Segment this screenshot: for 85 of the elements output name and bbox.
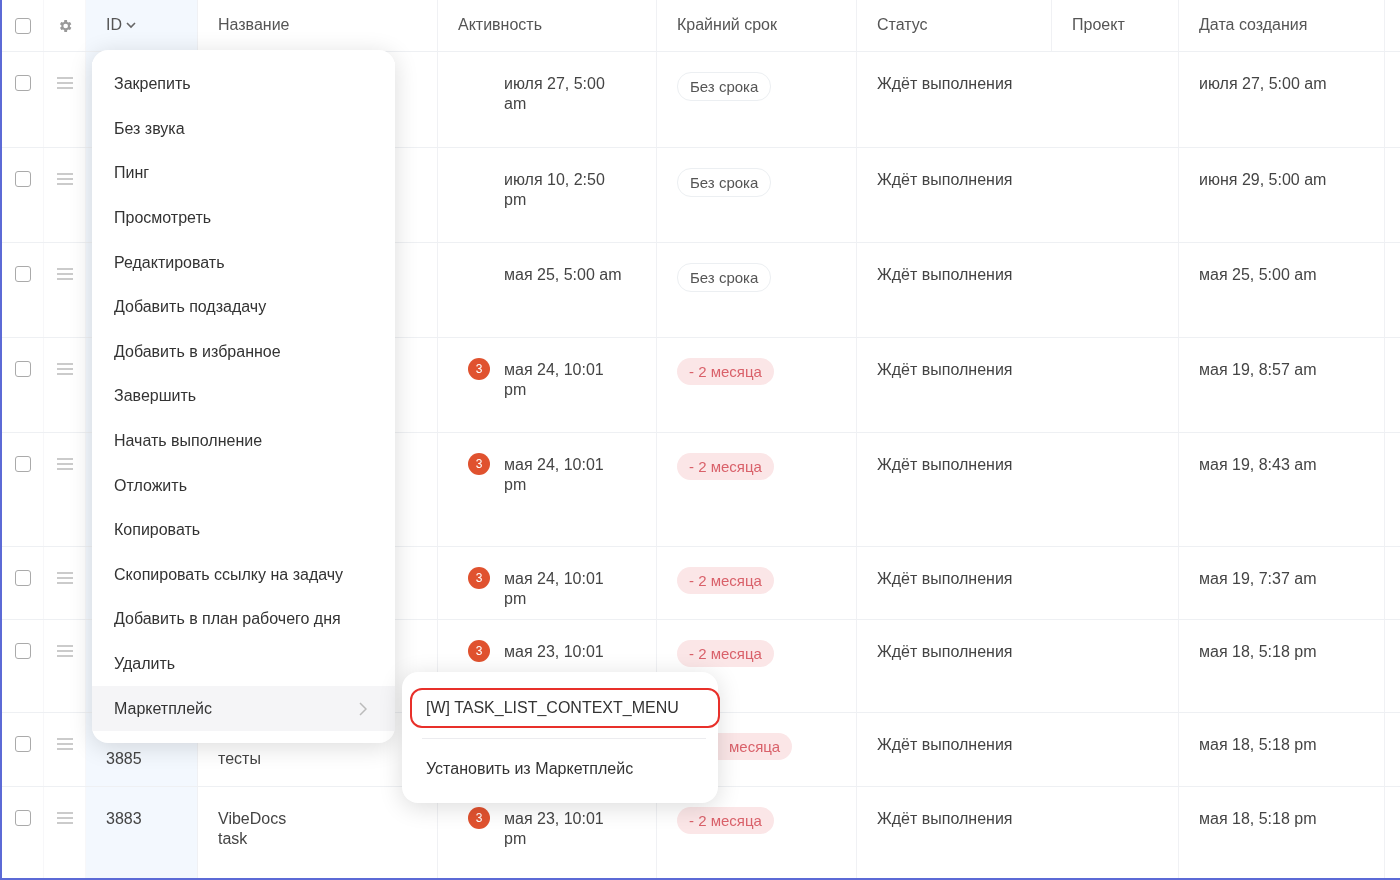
column-header[interactable]: Статус	[877, 16, 928, 34]
status-text: Ждёт выполнения	[877, 455, 1013, 475]
counter-badge: 3	[468, 358, 490, 380]
counter-badge: 3	[468, 453, 490, 475]
submenu-item[interactable]: [W] TASK_LIST_CONTEXT_MENU	[410, 688, 720, 728]
drag-handle-icon[interactable]	[56, 268, 73, 280]
row-checkbox[interactable]	[14, 736, 31, 752]
column-header[interactable]: ID	[106, 16, 122, 34]
menu-item[interactable]: Отложить	[92, 463, 395, 508]
menu-item[interactable]: Копировать	[92, 507, 395, 553]
menu-item[interactable]: Добавить в план рабочего дня	[92, 597, 395, 642]
row-checkbox[interactable]	[14, 361, 31, 377]
counter-badge: 3	[468, 640, 490, 662]
deadline-tag: Без срока	[677, 263, 772, 292]
created-date: мая 18, 5:18 pm	[1199, 735, 1317, 755]
menu-item[interactable]: Добавить подзадачу	[92, 284, 395, 330]
deadline-tag: - 2 месяца	[677, 640, 774, 667]
menu-item[interactable]: Завершить	[92, 374, 395, 419]
column-header[interactable]: Крайний срок	[677, 16, 777, 34]
row-checkbox[interactable]	[14, 266, 31, 282]
counter-badge: 3	[468, 567, 490, 589]
activity-date: мая 24, 10:01 pm	[504, 569, 605, 609]
menu-item[interactable]: Редактировать	[92, 240, 395, 285]
drag-handle-icon[interactable]	[56, 738, 73, 750]
drag-handle-icon[interactable]	[56, 812, 73, 824]
row-checkbox[interactable]	[14, 171, 31, 187]
counter-badge: 3	[468, 807, 490, 829]
created-date: мая 19, 8:57 am	[1199, 360, 1317, 380]
drag-handle-icon[interactable]	[56, 645, 73, 657]
status-text: Ждёт выполнения	[877, 735, 1013, 755]
deadline-tag: - 2 месяца	[677, 807, 774, 834]
row-checkbox[interactable]	[14, 643, 31, 659]
activity-date: мая 23, 10:01	[504, 642, 604, 662]
menu-item[interactable]: Просмотреть	[92, 195, 395, 241]
column-header[interactable]: Дата создания	[1199, 16, 1308, 34]
task-id: 3883	[106, 809, 142, 829]
task-name[interactable]: тесты	[218, 749, 261, 769]
created-date: мая 18, 5:18 pm	[1199, 809, 1317, 829]
menu-item[interactable]: Маркетплейс	[92, 686, 395, 731]
activity-date: мая 23, 10:01 pm	[504, 809, 605, 849]
activity-date: мая 24, 10:01 pm	[504, 455, 605, 495]
deadline-tag: - 2 месяца	[677, 358, 774, 385]
created-date: июля 27, 5:00 am	[1199, 74, 1327, 94]
row-checkbox[interactable]	[14, 456, 31, 472]
activity-date: мая 25, 5:00 am	[504, 265, 622, 285]
column-header[interactable]: Проект	[1072, 16, 1125, 34]
menu-item[interactable]: Удалить	[92, 641, 395, 687]
status-text: Ждёт выполнения	[877, 569, 1013, 589]
deadline-tag: Без срока	[677, 168, 772, 197]
column-header[interactable]: Название	[218, 16, 290, 34]
menu-item[interactable]: Пинг	[92, 151, 395, 196]
created-date: мая 19, 7:37 am	[1199, 569, 1317, 589]
menu-item[interactable]: Добавить в избранное	[92, 329, 395, 375]
row-checkbox[interactable]	[14, 75, 31, 91]
select-all-checkbox[interactable]	[14, 18, 31, 34]
created-date: июня 29, 5:00 am	[1199, 170, 1327, 190]
activity-date: июля 10, 2:50 pm	[504, 170, 606, 210]
activity-date: июля 27, 5:00 am	[504, 74, 606, 114]
status-text: Ждёт выполнения	[877, 360, 1013, 380]
row-checkbox[interactable]	[14, 570, 31, 586]
status-text: Ждёт выполнения	[877, 642, 1013, 662]
drag-handle-icon[interactable]	[56, 458, 73, 470]
task-name[interactable]: VibeDocs task	[218, 809, 308, 849]
deadline-tag: - 2 месяца	[677, 453, 774, 480]
column-header[interactable]: Активность	[458, 16, 542, 34]
activity-date: мая 24, 10:01 pm	[504, 360, 605, 400]
chevron-down-icon	[126, 21, 136, 29]
created-date: мая 18, 5:18 pm	[1199, 642, 1317, 662]
menu-item[interactable]: Скопировать ссылку на задачу	[92, 552, 395, 598]
status-text: Ждёт выполнения	[877, 74, 1013, 94]
drag-handle-icon[interactable]	[56, 77, 73, 89]
created-date: мая 25, 5:00 am	[1199, 265, 1317, 285]
task-id: 3885	[106, 749, 142, 769]
drag-handle-icon[interactable]	[56, 173, 73, 185]
status-text: Ждёт выполнения	[877, 170, 1013, 190]
deadline-tag: - 2 месяца	[677, 567, 774, 594]
status-text: Ждёт выполнения	[877, 809, 1013, 829]
deadline-tag: Без срока	[677, 72, 772, 101]
drag-handle-icon[interactable]	[56, 363, 73, 375]
row-checkbox[interactable]	[14, 810, 31, 826]
drag-handle-icon[interactable]	[56, 572, 73, 584]
chevron-right-icon	[359, 701, 367, 716]
menu-item[interactable]: Начать выполнение	[92, 418, 395, 464]
created-date: мая 19, 8:43 am	[1199, 455, 1317, 475]
status-text: Ждёт выполнения	[877, 265, 1013, 285]
